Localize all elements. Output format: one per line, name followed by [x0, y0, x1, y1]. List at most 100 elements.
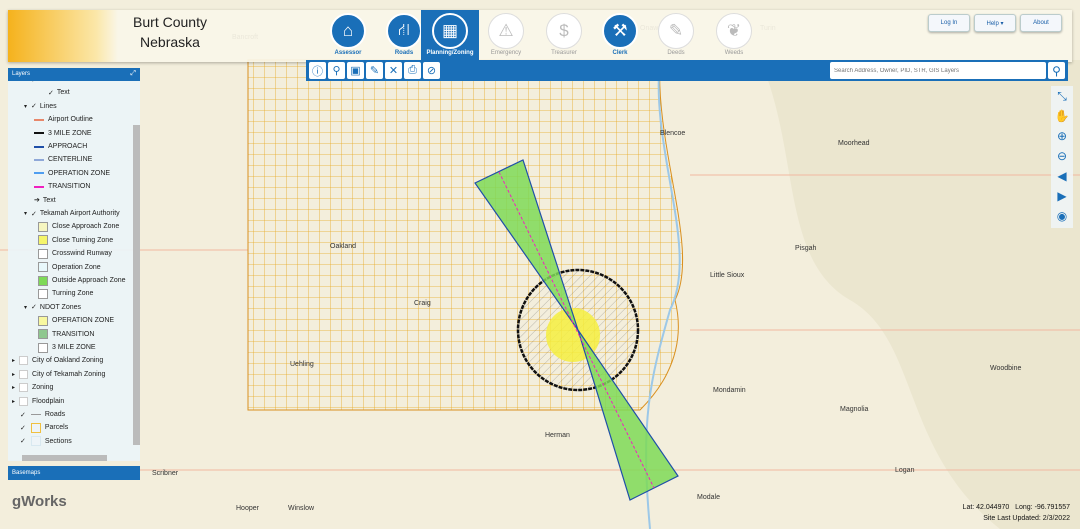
help-button[interactable]: Help ▾ [974, 14, 1016, 32]
caret-right-icon[interactable]: ▸ [12, 371, 15, 378]
nav-treasurer[interactable]: $ Treasurer [536, 10, 592, 62]
layer-item[interactable]: ▸ City of Tekamah Zoning [12, 368, 105, 381]
map-label: Craig [414, 300, 431, 307]
layer-item[interactable]: ▸ Zoning [12, 381, 53, 394]
clear-icon[interactable]: ⊘ [423, 62, 440, 79]
map-label: Scribner [152, 470, 179, 477]
nav-deeds[interactable]: ✎ Deeds [648, 10, 704, 62]
pin-icon[interactable]: ⚲ [328, 62, 345, 79]
house-icon: ⌂ [330, 13, 366, 49]
layer-item[interactable]: CENTERLINE [34, 153, 92, 166]
layers-header[interactable]: Layers ⤢ [8, 68, 140, 81]
color-swatch [38, 315, 48, 326]
page-title: Burt County Nebraska [133, 14, 207, 50]
layer-item[interactable]: Turning Zone [38, 287, 93, 300]
layer-item[interactable]: OPERATION ZONE [34, 167, 110, 180]
layer-item[interactable]: Operation Zone [38, 261, 101, 274]
vertical-scrollbar[interactable] [133, 125, 140, 445]
zoom-out-icon[interactable]: ⊖ [1051, 146, 1073, 166]
checkbox[interactable] [19, 356, 29, 366]
layer-item[interactable]: OPERATION ZONE [38, 314, 114, 327]
layer-label: Close Approach Zone [52, 223, 120, 231]
layer-item[interactable]: Outside Approach Zone [38, 274, 126, 287]
layer-item[interactable]: ▾ ✓Annotation [24, 81, 73, 86]
search-button[interactable]: ⚲ [1048, 62, 1065, 79]
print-icon[interactable]: ⎙ [404, 62, 421, 79]
pan-hand-icon[interactable]: ✋ [1051, 106, 1073, 126]
layer-item[interactable]: ✓ Roads [20, 408, 65, 421]
layer-item[interactable]: ▾ ✓ Tekamah Airport Authority [24, 207, 120, 220]
checkbox[interactable]: ✓ [31, 303, 37, 311]
zoom-in-icon[interactable]: ⊕ [1051, 126, 1073, 146]
expand-icon[interactable]: ⤢ [130, 70, 136, 78]
layer-item[interactable]: 3 MILE ZONE [34, 127, 92, 140]
map-label: Winslow [288, 505, 315, 512]
checkbox[interactable]: ✓ [20, 424, 26, 432]
nav-weeds[interactable]: ❦ Weeds [706, 10, 762, 62]
layer-item[interactable]: TRANSITION [34, 180, 90, 193]
layer-item[interactable]: TRANSITION [38, 328, 94, 341]
color-swatch [38, 235, 48, 246]
login-button[interactable]: Log In [928, 14, 970, 32]
locate-icon[interactable]: ◉ [1051, 206, 1073, 226]
checkbox[interactable]: ✓ [48, 89, 54, 97]
layer-item[interactable]: ▾ ✓ Lines [24, 100, 57, 113]
pencil-icon[interactable]: ✎ [366, 62, 383, 79]
nav-emergency[interactable]: ⚠ Emergency [478, 10, 534, 62]
nav-clerk[interactable]: ⚒ Clerk [592, 10, 648, 62]
color-swatch [38, 275, 48, 286]
arrow-icon: ➔ [34, 197, 40, 205]
color-swatch [30, 436, 41, 447]
map-label: Moorhead [838, 140, 870, 147]
nav-planning-zoning[interactable]: ▦ Planning/Zoning [421, 10, 479, 62]
layer-item[interactable]: ➔ Text [34, 194, 56, 207]
checkbox[interactable]: ✓ [20, 411, 26, 419]
map-label: Herman [545, 432, 570, 439]
checkbox[interactable]: ✓ [31, 102, 37, 110]
layer-label: City of Tekamah Zoning [32, 370, 106, 378]
layer-label: Airport Outline [48, 116, 93, 124]
layer-item[interactable]: APPROACH [34, 140, 87, 153]
nav-assessor[interactable]: ⌂ Assessor [320, 10, 376, 62]
caret-down-icon[interactable]: ▾ [24, 210, 27, 217]
horizontal-scrollbar[interactable] [22, 455, 107, 461]
layer-item[interactable]: ▾ ✓ NDOT Zones [24, 301, 81, 314]
caret-down-icon[interactable]: ▾ [24, 81, 27, 83]
about-button[interactable]: About [1020, 14, 1062, 32]
checkbox[interactable]: ✓ [31, 81, 37, 84]
measure-icon[interactable]: ✕ [385, 62, 402, 79]
back-arrow-icon[interactable]: ◀ [1051, 166, 1073, 186]
caret-right-icon[interactable]: ▸ [12, 398, 15, 405]
layer-item[interactable]: ▸ Floodplain [12, 395, 64, 408]
layer-item[interactable]: ✓ Sections [20, 435, 72, 448]
caret-down-icon[interactable]: ▾ [24, 103, 27, 110]
header: Burt County Nebraska ⌂ Assessor ⛙ Roads ▦ Plan… [8, 10, 1072, 62]
caret-down-icon[interactable]: ▾ [24, 304, 27, 311]
checkbox[interactable]: ✓ [31, 210, 37, 218]
layer-item[interactable]: 3 MILE ZONE [38, 341, 96, 354]
layer-item[interactable]: ✓ Parcels [20, 421, 68, 434]
forward-arrow-icon[interactable]: ▶ [1051, 186, 1073, 206]
layer-item[interactable]: ▸ City of Oakland Zoning [12, 354, 103, 367]
checkbox[interactable]: ✓ [20, 437, 26, 445]
layer-item[interactable]: ✓ Text [48, 86, 70, 99]
line-swatch [34, 185, 44, 188]
layer-item[interactable]: Airport Outline [34, 113, 93, 126]
checkbox[interactable] [19, 369, 29, 379]
layers-panel: Layers⤢ ▾✓Annotation✓Text▾✓LinesAirport … [8, 68, 140, 483]
checkbox[interactable] [19, 383, 29, 393]
basemaps-header[interactable]: Basemaps [8, 466, 140, 480]
image-icon[interactable]: ▣ [347, 62, 364, 79]
search-input[interactable] [830, 62, 1046, 79]
layer-item[interactable]: Close Turning Zone [38, 234, 113, 247]
checkbox[interactable] [19, 396, 29, 406]
status-bar: Lat: 42.044970 Long: -96.791557 Site Las… [963, 502, 1070, 524]
layer-item[interactable]: Close Approach Zone [38, 220, 119, 233]
layer-label: Text [42, 196, 56, 204]
caret-right-icon[interactable]: ▸ [12, 384, 15, 391]
layer-item[interactable]: Crosswind Runway [38, 247, 112, 260]
info-icon[interactable]: ⓘ [309, 62, 326, 79]
extent-icon[interactable]: ⤡ [1051, 86, 1073, 106]
map-label: Uehling [290, 361, 314, 368]
caret-right-icon[interactable]: ▸ [12, 357, 15, 364]
